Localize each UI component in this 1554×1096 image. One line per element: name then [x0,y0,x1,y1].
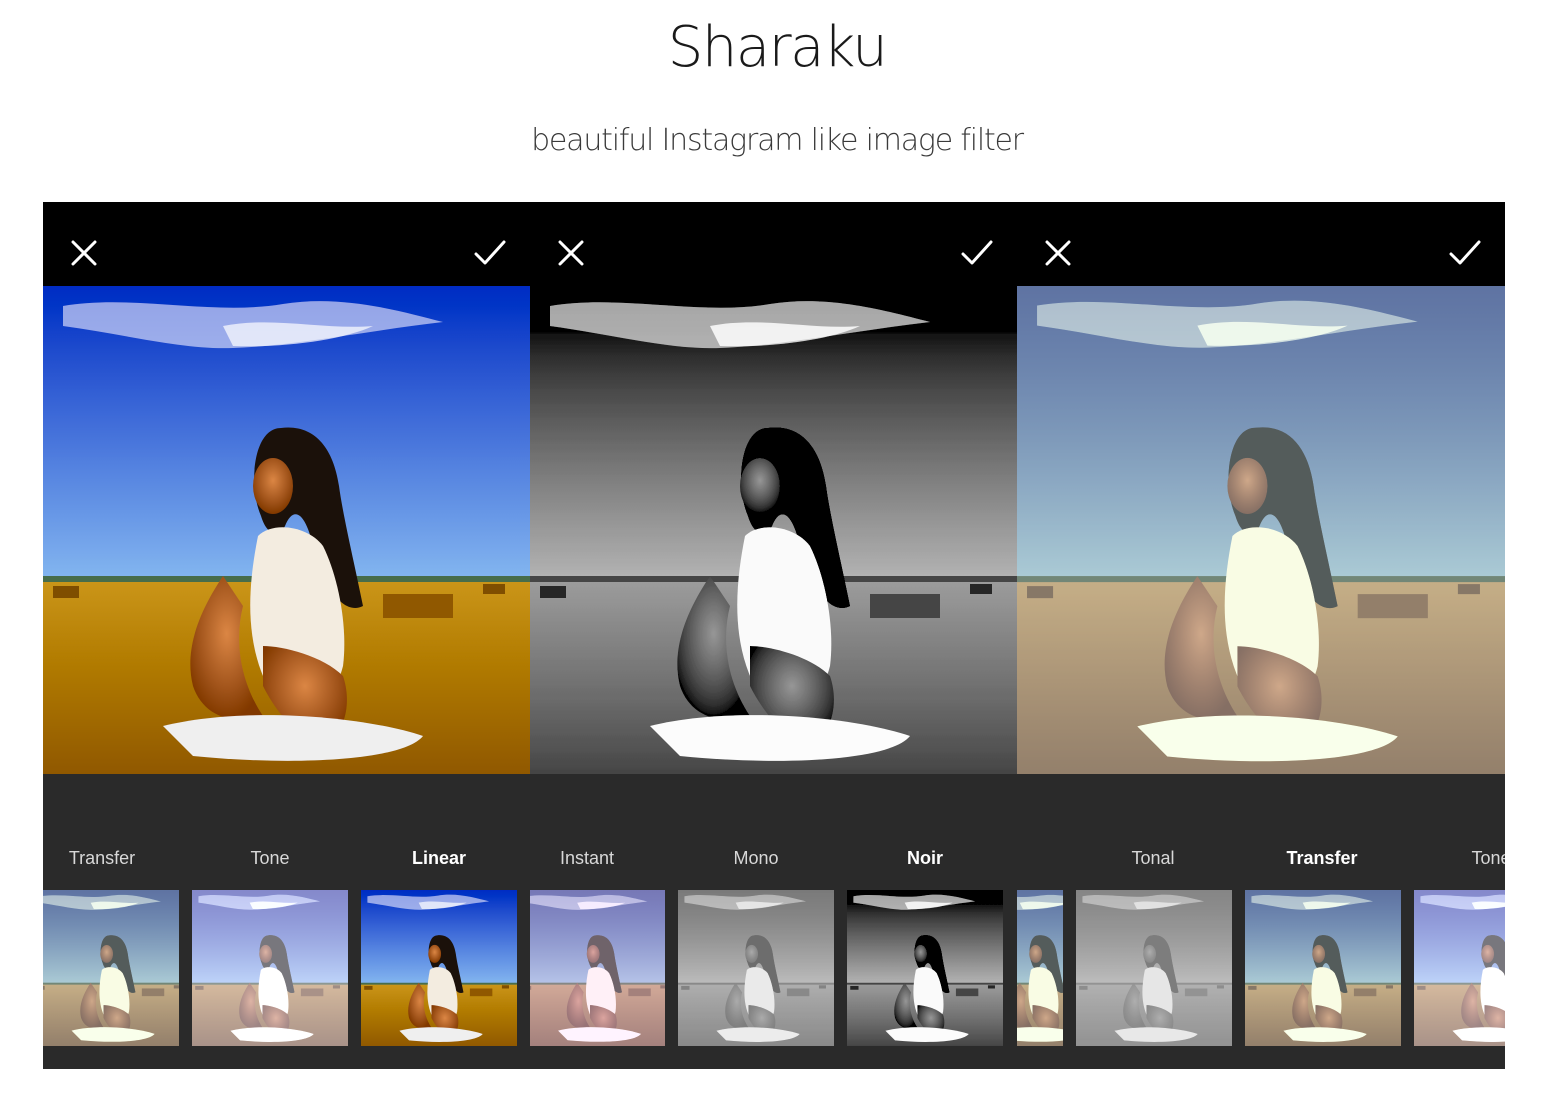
filter-label-mono[interactable]: Mono [733,848,778,869]
thumbnail-instant[interactable] [530,890,665,1046]
checkmark-icon[interactable] [1448,236,1482,270]
filter-label-instant[interactable]: Instant [560,848,614,869]
top-toolbar [530,202,1017,286]
close-icon[interactable] [1041,236,1075,270]
checkmark-icon[interactable] [473,236,507,270]
thumbnail-mono[interactable] [678,890,834,1046]
filter-thumbnails [43,890,530,1046]
thumbnail-partial[interactable] [1017,890,1063,1046]
filter-labels: Tonal Transfer Tone [1017,848,1505,878]
filter-labels: Instant Mono Noir [530,848,1017,878]
thumbnail-noir[interactable] [847,890,1003,1046]
thumbnail-tone[interactable] [1414,890,1505,1046]
filter-screen-linear: Transfer Tone Linear [43,202,530,1069]
filter-thumbnails [1017,890,1505,1046]
page-title: Sharaku [667,15,888,80]
close-icon[interactable] [67,236,101,270]
filter-labels: Transfer Tone Linear [43,848,530,878]
filter-label-noir[interactable]: Noir [907,848,943,869]
top-toolbar [43,202,530,286]
thumbnail-transfer[interactable] [1245,890,1401,1046]
filter-label-transfer[interactable]: Transfer [1286,848,1357,869]
filter-thumbnails [530,890,1017,1046]
checkmark-icon[interactable] [960,236,994,270]
thumbnail-tonal[interactable] [1076,890,1232,1046]
page-subtitle: beautiful Instagram like image filter [531,123,1024,158]
filter-label-tone[interactable]: Tone [1471,848,1505,869]
preview-photo [1017,286,1505,774]
filter-label-tonal[interactable]: Tonal [1131,848,1174,869]
top-toolbar [1017,202,1505,286]
filter-label-linear[interactable]: Linear [412,848,466,869]
filter-screen-transfer: Tonal Transfer Tone [1017,202,1505,1069]
screenshots-strip: Transfer Tone Linear Instant Mono Noir T… [43,202,1505,1069]
preview-photo [43,286,530,774]
filter-label-transfer[interactable]: Transfer [69,848,135,869]
thumbnail-transfer[interactable] [43,890,179,1046]
close-icon[interactable] [554,236,588,270]
thumbnail-linear[interactable] [361,890,517,1046]
preview-photo [530,286,1017,774]
filter-label-tone[interactable]: Tone [250,848,289,869]
filter-screen-noir: Instant Mono Noir [530,202,1017,1069]
thumbnail-tone[interactable] [192,890,348,1046]
